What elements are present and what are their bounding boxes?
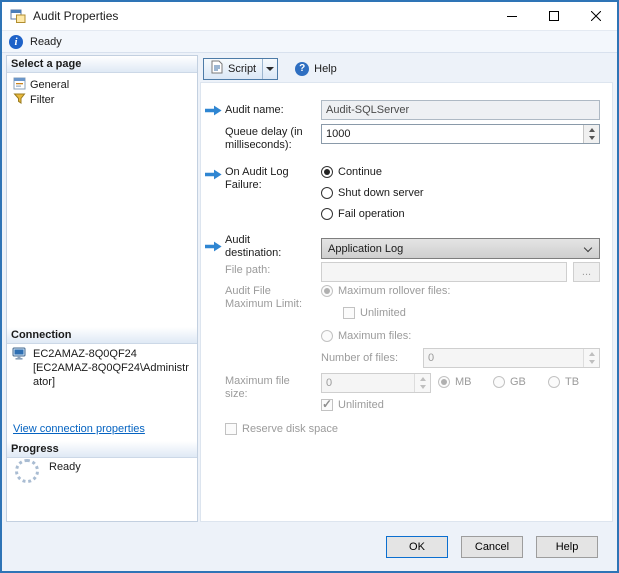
minimize-button[interactable]	[491, 2, 533, 30]
script-button[interactable]: Script	[204, 59, 262, 79]
script-icon	[210, 60, 224, 77]
progress-status: Ready	[49, 461, 81, 473]
info-icon	[9, 34, 23, 49]
checkbox-box	[225, 423, 237, 435]
general-page-icon	[13, 77, 26, 93]
spinner-up-button[interactable]	[584, 125, 599, 134]
ok-button[interactable]: OK	[386, 535, 448, 558]
view-connection-properties-link[interactable]: View connection properties	[13, 423, 145, 435]
audit-name-label: Audit name:	[225, 104, 284, 116]
queue-delay-input[interactable]: 1000	[321, 124, 600, 144]
radio-dot	[438, 376, 450, 388]
pointer-arrow-icon	[205, 241, 222, 252]
checkbox-box	[321, 397, 333, 411]
chevron-down-icon	[266, 66, 275, 75]
queue-delay-spinner	[583, 125, 599, 143]
spinner-down-button[interactable]	[584, 134, 599, 143]
select-a-page-header: Select a page	[7, 56, 197, 73]
maximum-file-size-input: 0	[321, 373, 431, 393]
toolbar: Script Help	[200, 55, 613, 82]
help-button[interactable]: Help	[536, 535, 598, 558]
radio-maximum-files: Maximum files:	[321, 330, 411, 342]
spinner-up-button	[584, 349, 599, 358]
help-button-label: Help	[314, 62, 337, 75]
radio-shut-down-server[interactable]: Shut down server	[321, 187, 424, 199]
progress-header: Progress	[7, 441, 197, 458]
queue-delay-label: Queue delay (in milliseconds):	[225, 126, 303, 151]
audit-properties-icon	[10, 8, 26, 24]
checkbox-unlimited-rollover: Unlimited	[343, 307, 406, 319]
sidebar: Select a page General Filter Connection	[6, 55, 198, 522]
audit-properties-window: Audit Properties Ready Select a page	[0, 0, 619, 573]
radio-fail-operation[interactable]: Fail operation	[321, 208, 405, 220]
progress-block: Ready	[15, 459, 81, 483]
on-audit-log-failure-label: On Audit Log Failure:	[225, 166, 289, 191]
form-panel: Audit name: Audit-SQLServer Queue delay …	[200, 82, 613, 522]
script-button-label: Script	[228, 62, 257, 75]
progress-spinner-icon	[15, 459, 39, 483]
audit-destination-label: Audit destination:	[225, 234, 282, 259]
radio-maximum-rollover-files: Maximum rollover files:	[321, 285, 450, 297]
sidebar-item-general[interactable]: General	[13, 77, 69, 92]
maximize-button[interactable]	[533, 2, 575, 30]
footer: OK Cancel Help	[2, 522, 617, 571]
window-title: Audit Properties	[33, 9, 119, 23]
filter-icon	[13, 92, 26, 108]
browse-button: ...	[573, 262, 600, 282]
radio-dot	[321, 285, 333, 297]
number-of-files-label: Number of files:	[321, 352, 399, 364]
connection-header: Connection	[7, 327, 197, 344]
statusbar: Ready	[2, 30, 617, 53]
script-split-button: Script	[203, 57, 279, 80]
sidebar-item-label: General	[30, 78, 70, 91]
spinner-down-button	[584, 358, 599, 367]
radio-mb: MB	[438, 376, 472, 388]
script-dropdown-button[interactable]	[262, 58, 277, 79]
radio-dot	[321, 330, 333, 342]
spinner-up-button	[415, 374, 430, 383]
radio-tb: TB	[548, 376, 579, 388]
audit-file-maximum-limit-label: Audit File Maximum Limit:	[225, 285, 303, 310]
cancel-button[interactable]: Cancel	[461, 535, 523, 558]
close-button[interactable]	[575, 2, 617, 30]
sidebar-item-filter[interactable]: Filter	[13, 92, 54, 107]
number-of-files-input: 0	[423, 348, 600, 368]
radio-dot	[493, 376, 505, 388]
maximum-file-size-spinner	[414, 374, 430, 392]
sidebar-item-label: Filter	[30, 93, 55, 106]
status-text: Ready	[30, 35, 62, 48]
spinner-down-button	[415, 383, 430, 392]
radio-gb: GB	[493, 376, 526, 388]
checkbox-unlimited-size: Unlimited	[321, 397, 384, 411]
audit-name-input: Audit-SQLServer	[321, 100, 600, 120]
checkbox-reserve-disk-space: Reserve disk space	[225, 423, 338, 435]
radio-dot	[321, 187, 333, 199]
help-icon	[295, 61, 310, 76]
connection-account: [EC2AMAZ-8Q0QF24\Administrator]	[33, 362, 189, 388]
toolbar-help-button[interactable]: Help	[290, 58, 342, 80]
checkbox-box	[343, 307, 355, 319]
radio-continue[interactable]: Continue	[321, 166, 382, 178]
connection-server: EC2AMAZ-8Q0QF24	[33, 348, 137, 360]
chevron-down-icon	[583, 243, 593, 253]
titlebar: Audit Properties	[2, 2, 617, 30]
radio-dot	[548, 376, 560, 388]
radio-dot	[321, 166, 333, 178]
radio-dot	[321, 208, 333, 220]
file-path-label: File path:	[225, 264, 271, 276]
audit-destination-select[interactable]: Application Log	[321, 238, 600, 259]
maximum-file-size-label: Maximum file size:	[225, 375, 290, 400]
pointer-arrow-icon	[205, 169, 222, 180]
server-icon	[12, 347, 28, 367]
file-path-input	[321, 262, 567, 282]
pointer-arrow-icon	[205, 105, 222, 116]
connection-info: EC2AMAZ-8Q0QF24 [EC2AMAZ-8Q0QF24\Adminis…	[12, 347, 193, 389]
number-of-files-spinner	[583, 349, 599, 367]
